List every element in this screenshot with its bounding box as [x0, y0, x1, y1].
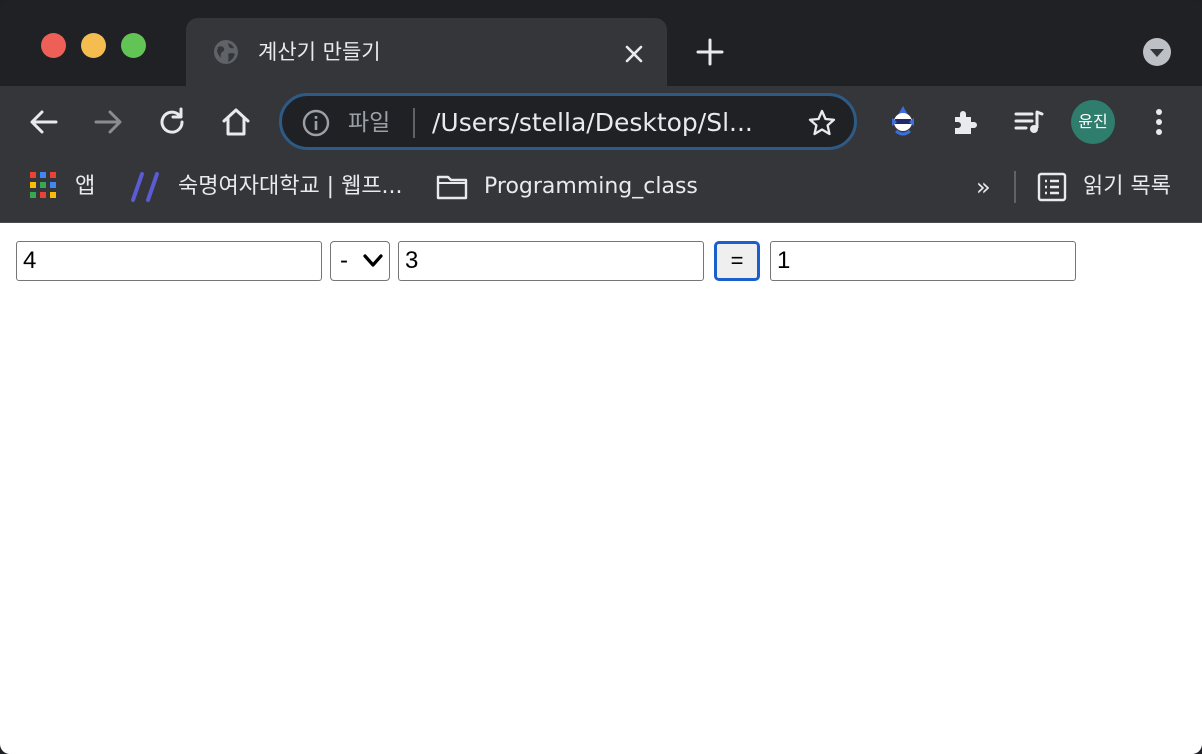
operand2-input[interactable]: 3 — [398, 241, 704, 281]
bookmark-item-sookmyung[interactable]: 숙명여자대학교 | 웹프... — [130, 172, 410, 204]
back-icon[interactable] — [28, 106, 60, 138]
folder-icon — [436, 175, 468, 200]
operator-value: - — [340, 247, 348, 274]
bookmark-item-programming-class[interactable]: Programming_class — [436, 172, 716, 204]
bookmark-apps[interactable]: 앱 — [30, 172, 110, 204]
reading-list-icon — [1037, 172, 1067, 202]
tab-search-icon[interactable] — [1142, 37, 1172, 67]
new-tab-icon[interactable] — [694, 36, 726, 68]
bookmarks-overflow-button[interactable]: » — [976, 172, 998, 204]
bookmark-item-label: Programming_class — [484, 174, 698, 199]
close-window-button[interactable] — [41, 33, 66, 58]
result-field[interactable]: 1 — [770, 241, 1076, 281]
reload-icon[interactable] — [156, 106, 188, 138]
close-tab-icon[interactable] — [620, 40, 648, 68]
omnibox-divider — [413, 108, 415, 138]
forward-icon[interactable] — [92, 106, 124, 138]
minimize-window-button[interactable] — [81, 33, 106, 58]
media-queue-icon[interactable] — [1013, 106, 1045, 138]
extensions-puzzle-icon[interactable] — [950, 106, 982, 138]
bookmarks-divider — [1014, 171, 1016, 203]
slash-logo-icon — [131, 172, 159, 202]
toolbar: 파일 /Users/stella/Desktop/Sl... 윤진 — [0, 86, 1202, 158]
url-scheme-label: 파일 — [348, 110, 391, 136]
bookmark-apps-label: 앱 — [75, 174, 96, 199]
tab-strip: 계산기 만들기 — [0, 0, 1202, 86]
apps-grid-icon — [30, 172, 56, 198]
more-menu-icon[interactable] — [1143, 106, 1175, 138]
profile-avatar[interactable]: 윤진 — [1071, 100, 1115, 144]
chevron-down-icon — [363, 254, 383, 267]
info-icon[interactable] — [302, 109, 330, 137]
tab-active[interactable]: 계산기 만들기 — [186, 18, 667, 86]
equals-button[interactable]: = — [714, 241, 760, 281]
maximize-window-button[interactable] — [121, 33, 146, 58]
home-icon[interactable] — [220, 106, 252, 138]
operator-select[interactable]: - — [330, 241, 390, 281]
reading-list-button[interactable]: 읽기 목록 — [1037, 172, 1187, 204]
extension-avatar-icon[interactable] — [886, 104, 920, 138]
bookmarks-bar: 앱 숙명여자대학교 | 웹프... Programming_class » 읽기 — [0, 158, 1202, 223]
page-content: 4 - 3 = 1 — [0, 223, 1202, 754]
browser-window: 계산기 만들기 파일 /Users/stella/Desktop/Sl... 윤… — [0, 0, 1202, 754]
reading-list-label: 읽기 목록 — [1083, 174, 1171, 199]
bookmark-star-icon[interactable] — [807, 108, 837, 138]
tab-title: 계산기 만들기 — [258, 40, 381, 64]
address-bar[interactable]: 파일 /Users/stella/Desktop/Sl... — [279, 93, 857, 150]
bookmark-item-label: 숙명여자대학교 | 웹프... — [178, 174, 403, 199]
operand1-input[interactable]: 4 — [16, 241, 322, 281]
url-text[interactable]: /Users/stella/Desktop/Sl... — [432, 107, 753, 139]
globe-icon — [214, 40, 238, 64]
